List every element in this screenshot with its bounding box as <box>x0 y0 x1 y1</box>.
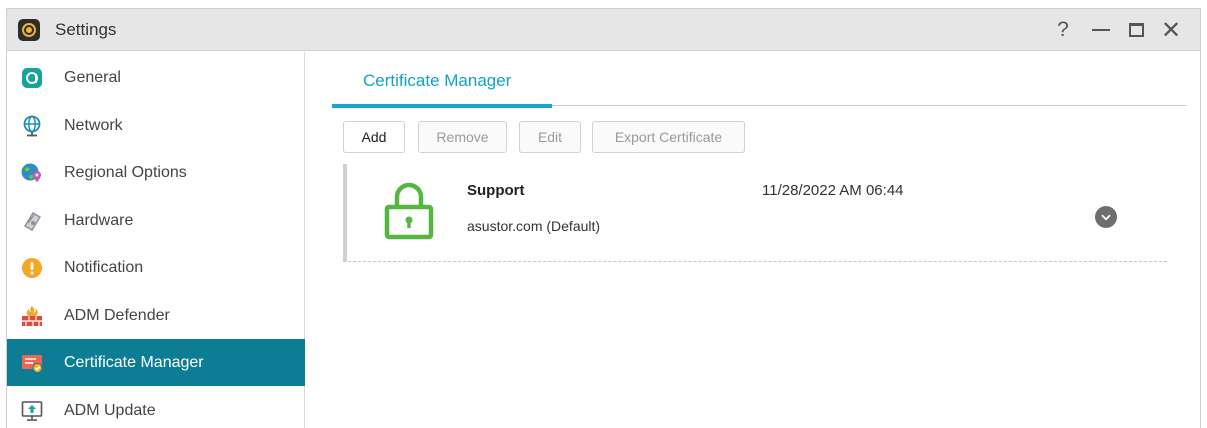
active-tab-indicator <box>332 104 552 108</box>
sidebar-item-label: ADM Defender <box>64 307 170 324</box>
sidebar-item-label: Network <box>64 117 123 134</box>
edit-button[interactable]: Edit <box>519 121 581 153</box>
close-button[interactable]: ✕ <box>1157 16 1185 44</box>
sidebar-item-certificate-manager[interactable]: Certificate Manager <box>7 339 305 386</box>
expand-button[interactable] <box>1095 206 1117 228</box>
firewall-icon <box>22 306 42 326</box>
update-icon <box>21 401 43 421</box>
sidebar: General Network Regional Options Hardwar… <box>7 52 305 428</box>
main-panel: Certificate Manager Add Remove Edit Expo… <box>332 52 1187 428</box>
certificate-list-item[interactable]: Support asustor.com (Default) 11/28/2022… <box>343 164 1167 262</box>
sidebar-item-network[interactable]: Network <box>7 102 305 149</box>
sidebar-item-label: Certificate Manager <box>64 354 204 371</box>
minimize-icon <box>1092 29 1110 31</box>
help-button[interactable]: ? <box>1049 16 1077 44</box>
exclamation-icon <box>22 258 42 278</box>
certificate-icon <box>22 355 43 373</box>
globe-icon <box>23 115 41 137</box>
export-certificate-button[interactable]: Export Certificate <box>592 121 745 153</box>
window-title: Settings <box>55 20 117 39</box>
certificate-name: Support <box>467 182 525 199</box>
sidebar-item-adm-update[interactable]: ADM Update <box>7 387 305 428</box>
sidebar-item-label: ADM Update <box>64 402 156 419</box>
sidebar-item-hardware[interactable]: Hardware <box>7 197 305 244</box>
remove-button[interactable]: Remove <box>418 121 507 153</box>
regional-globe-pin-icon <box>21 163 41 182</box>
tab-certificate-manager[interactable]: Certificate Manager <box>332 52 552 108</box>
sidebar-item-general[interactable]: General <box>7 54 305 101</box>
add-button[interactable]: Add <box>343 121 405 153</box>
general-icon <box>22 68 42 88</box>
sidebar-item-notification[interactable]: Notification <box>7 244 305 291</box>
title-bar: Settings ? ✕ <box>7 9 1200 51</box>
sidebar-item-label: Regional Options <box>64 164 187 181</box>
maximize-button[interactable] <box>1122 16 1150 44</box>
sidebar-item-label: General <box>64 69 121 86</box>
certificate-domain: asustor.com (Default) <box>467 218 601 234</box>
settings-app-icon <box>18 19 40 41</box>
tab-label: Certificate Manager <box>363 71 512 90</box>
tab-bar: Certificate Manager <box>332 52 1187 108</box>
certificate-date: 11/28/2022 AM 06:44 <box>762 182 904 199</box>
maximize-icon <box>1128 23 1144 37</box>
sidebar-item-adm-defender[interactable]: ADM Defender <box>7 292 305 339</box>
chevron-down-icon <box>1101 214 1111 220</box>
sidebar-item-label: Hardware <box>64 212 134 229</box>
hardware-icon <box>24 212 41 231</box>
lock-icon <box>384 182 434 240</box>
minimize-button[interactable] <box>1087 16 1115 44</box>
sidebar-item-regional-options[interactable]: Regional Options <box>7 149 305 196</box>
sidebar-item-label: Notification <box>64 259 144 276</box>
settings-window: Settings ? ✕ General Network Regional Op… <box>6 8 1201 428</box>
